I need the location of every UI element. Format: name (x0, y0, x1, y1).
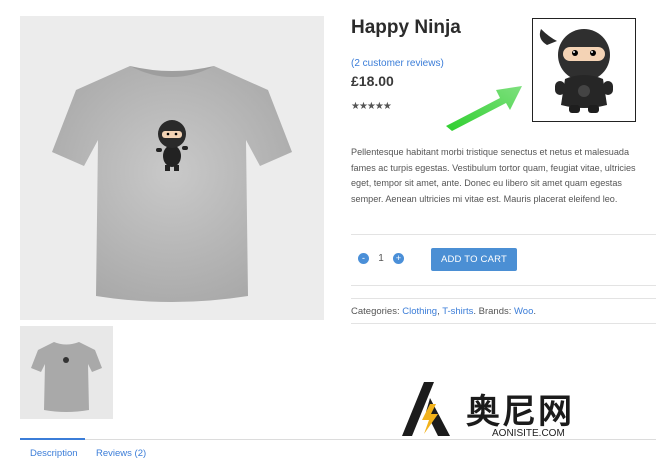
tshirt-thumbnail-image (20, 326, 113, 419)
ninja-mascot-image (532, 18, 636, 122)
tab-reviews[interactable]: Reviews (2) (96, 448, 146, 459)
customer-reviews-link[interactable]: (2 customer reviews) (351, 58, 444, 69)
product-thumbnail[interactable] (20, 326, 113, 419)
quantity-stepper[interactable]: - + (355, 248, 407, 270)
product-price: £18.00 (351, 73, 394, 89)
tab-description-label[interactable]: Description (30, 448, 78, 459)
categories-label: Categories: (351, 306, 400, 317)
quantity-input[interactable] (371, 249, 391, 267)
green-arrow-icon (446, 86, 522, 131)
divider (351, 298, 656, 299)
tshirt-image (20, 16, 324, 320)
watermark-text: 奥尼网 (466, 393, 574, 431)
watermark-url: AONISITE.COM (492, 428, 565, 439)
category-link-clothing[interactable]: Clothing (402, 306, 437, 317)
product-main-image[interactable] (20, 16, 324, 320)
ninja-icon (533, 19, 635, 121)
meta-end: . (533, 306, 537, 317)
star-rating: ★★★★★ (351, 101, 392, 112)
divider (351, 323, 656, 324)
brand-link-woo[interactable]: Woo (514, 306, 533, 317)
add-to-cart-button[interactable]: ADD TO CART (431, 248, 517, 271)
quantity-increase-button[interactable]: + (393, 253, 404, 264)
divider (351, 285, 656, 286)
brands-label: . Brands: (473, 306, 512, 317)
divider (351, 234, 656, 235)
aonisite-logo-icon (402, 382, 450, 436)
quantity-decrease-button[interactable]: - (358, 253, 369, 264)
separator: , (437, 306, 440, 317)
category-link-tshirts[interactable]: T-shirts (442, 306, 473, 317)
product-title: Happy Ninja (351, 17, 461, 38)
tabs-divider (20, 439, 656, 440)
product-short-description: Pellentesque habitant morbi tristique se… (351, 147, 636, 204)
product-meta: Categories: Clothing, T-shirts. Brands: … (351, 306, 536, 317)
